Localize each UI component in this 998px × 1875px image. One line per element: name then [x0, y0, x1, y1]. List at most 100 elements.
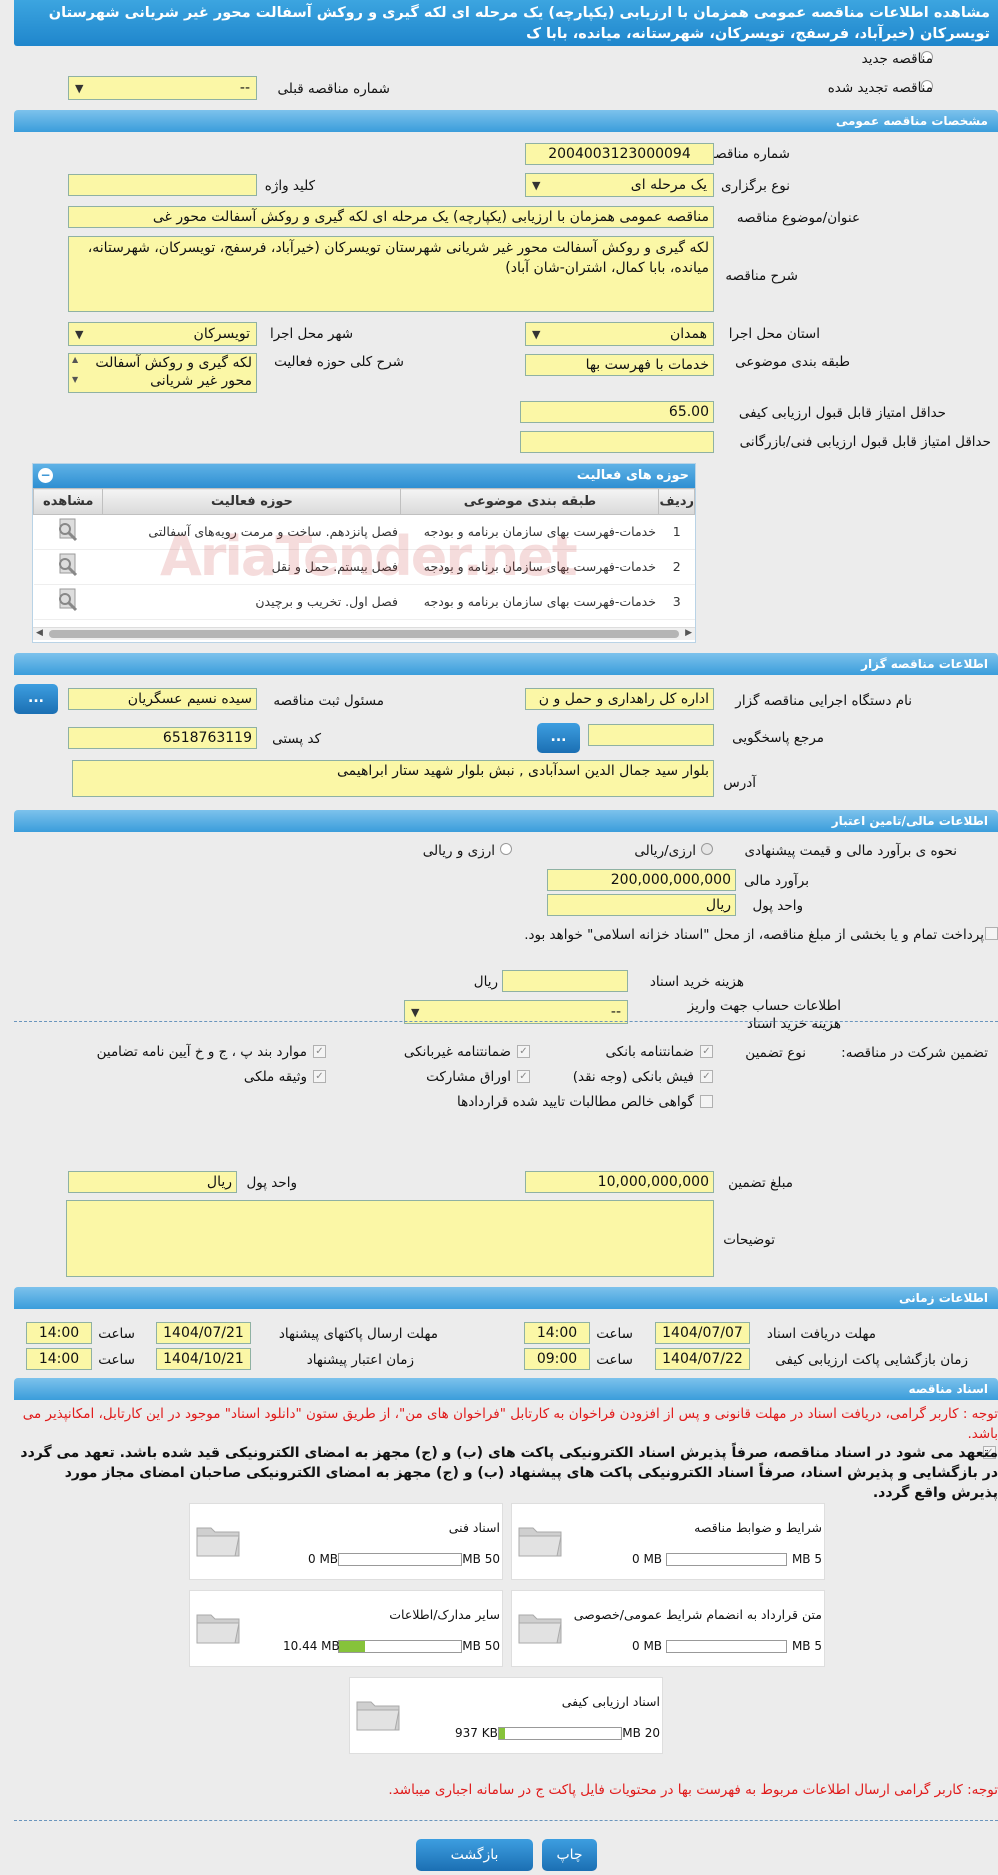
- method-radio-1[interactable]: [701, 843, 713, 855]
- guarantee-label: تضمین شرکت در مناقصه:: [841, 1045, 988, 1061]
- validity-time-label: ساعت: [98, 1352, 135, 1368]
- doc-box-other[interactable]: سایر مدارک/اطلاعات 50 MB 10.44 MB: [189, 1590, 503, 1667]
- city-select[interactable]: تویسرکان ▼: [68, 322, 257, 346]
- send-deadline-date[interactable]: 1404/07/21: [156, 1322, 251, 1344]
- open-label: زمان بازگشایی پاکت ارزیابی کیفی: [775, 1352, 968, 1368]
- divider: [14, 1820, 998, 1821]
- prev-number-select[interactable]: -- ▼: [68, 76, 257, 100]
- org-field[interactable]: اداره کل راهداری و حمل و ن: [525, 688, 714, 710]
- notes-field[interactable]: [66, 1200, 714, 1277]
- checkbox-nonbank-guarantee[interactable]: ✓: [517, 1045, 530, 1058]
- view-icon[interactable]: [33, 584, 103, 620]
- hold-type-label: نوع برگزاری: [721, 178, 790, 194]
- checkbox-bank-guarantee[interactable]: ✓: [700, 1045, 713, 1058]
- validity-date[interactable]: 1404/10/21: [156, 1348, 251, 1370]
- folder-icon: [196, 1527, 240, 1557]
- min-tech-field[interactable]: [520, 431, 714, 453]
- scroll-arrows-icon[interactable]: ▲ ▼: [72, 355, 78, 385]
- doc-used: 937 KB: [455, 1726, 498, 1740]
- back-button[interactable]: بازگشت: [416, 1839, 533, 1871]
- city-label: شهر محل اجرا: [269, 326, 353, 342]
- option-bonds: اوراق مشارکت: [426, 1069, 511, 1085]
- doc-fee-unit: ریال: [473, 974, 498, 990]
- ref-lookup-button[interactable]: ...: [537, 723, 580, 753]
- validity-time[interactable]: 14:00: [26, 1348, 92, 1370]
- subject-label: عنوان/موضوع مناقصه: [736, 210, 860, 226]
- open-date[interactable]: 1404/07/22: [655, 1348, 750, 1370]
- postal-field[interactable]: 6518763119: [68, 727, 257, 749]
- postal-label: کد پستی: [272, 731, 321, 747]
- province-select[interactable]: همدان ▼: [525, 322, 714, 346]
- checkbox-bonds[interactable]: ✓: [517, 1070, 530, 1083]
- doc-deadline-date[interactable]: 1404/07/07: [655, 1322, 750, 1344]
- checkbox-claims-certificate[interactable]: [700, 1095, 713, 1108]
- doc-box-technical[interactable]: اسناد فنی 50 MB 0 MB: [189, 1503, 503, 1580]
- ref-field[interactable]: [588, 724, 714, 746]
- print-button[interactable]: چاپ: [542, 1839, 597, 1871]
- row-field: فصل اول. تخریب و برچیدن: [102, 584, 401, 620]
- doc-name: اسناد فنی: [448, 1520, 500, 1535]
- subject-field[interactable]: مناقصه عمومی همزمان با ارزیابی (یکپارچه)…: [68, 206, 714, 228]
- view-icon[interactable]: [33, 549, 103, 585]
- activity-desc-field[interactable]: لکه گیری و روکش آسفالت محور غیر شریانی ▲ ▼: [68, 353, 257, 393]
- view-icon[interactable]: [33, 514, 103, 550]
- registrar-lookup-button[interactable]: ...: [14, 684, 58, 714]
- doc-box-terms[interactable]: شرایط و ضوابط مناقصه 5 MB 0 MB: [511, 1503, 825, 1580]
- description-field[interactable]: لکه گیری و روکش آسفالت محور غیر شریانی ش…: [68, 236, 714, 312]
- treasury-checkbox[interactable]: [985, 927, 998, 940]
- doc-max: 5 MB: [791, 1639, 822, 1653]
- min-tech-label: حداقل امتیاز قابل قبول ارزیابی فنی/بازرگ…: [739, 434, 991, 450]
- category-label: طبقه بندی موضوعی: [735, 354, 850, 370]
- doc-max: 5 MB: [791, 1552, 822, 1566]
- guarantee-amount-field[interactable]: 10,000,000,000: [525, 1171, 714, 1193]
- horizontal-scrollbar[interactable]: ◀ ▶: [33, 627, 695, 640]
- method-option-2: ارزی و ریالی: [422, 843, 495, 859]
- min-quality-label: حداقل امتیاز قابل قبول ارزیابی کیفی: [738, 405, 946, 421]
- guarantee-currency-field[interactable]: ریال: [68, 1171, 237, 1193]
- validity-label: زمان اعتبار پیشنهاد: [306, 1352, 414, 1368]
- folder-icon: [356, 1701, 400, 1731]
- activity-desc-label: شرح کلی حوزه فعالیت: [274, 354, 404, 370]
- collapse-icon[interactable]: −: [38, 468, 53, 483]
- doc-box-quality[interactable]: اسناد ارزیابی کیفی 20 MB 937 KB: [349, 1677, 663, 1754]
- docs-notice: توجه : کاربر گرامی، دریافت اسناد در مهلت…: [22, 1406, 998, 1442]
- scrollbar-thumb[interactable]: [49, 630, 679, 638]
- org-label: نام دستگاه اجرایی مناقصه گزار: [735, 693, 912, 709]
- hold-type-select[interactable]: یک مرحله ای ▼: [525, 173, 714, 197]
- doc-fee-field[interactable]: [502, 970, 628, 992]
- chevron-down-icon: ▼: [532, 328, 541, 341]
- doc-max: 50 MB: [462, 1639, 500, 1653]
- doc-deadline-time[interactable]: 14:00: [524, 1322, 590, 1344]
- footer-notice: توجه: کاربر گرامی ارسال اطلاعات مربوط به…: [388, 1782, 998, 1798]
- doc-box-contract[interactable]: متن قرارداد به انضمام شرایط عمومی/خصوصی …: [511, 1590, 825, 1667]
- checkbox-bank-receipt[interactable]: ✓: [700, 1070, 713, 1083]
- doc-progress-fill: [339, 1641, 365, 1652]
- option-property-deed: وثیقه ملکی: [243, 1069, 307, 1085]
- method-radio-2[interactable]: [500, 843, 512, 855]
- min-quality-field[interactable]: 65.00: [520, 401, 714, 423]
- col-category: طبقه بندی موضوعی: [400, 488, 660, 515]
- table-row: 3 خدمات-فهرست بهای سازمان برنامه و بودجه…: [33, 584, 695, 620]
- scroll-left-icon[interactable]: ◀: [36, 628, 43, 638]
- doc-progress-fill: [499, 1728, 506, 1739]
- keyword-field[interactable]: [68, 174, 257, 196]
- hold-type-value: یک مرحله ای: [630, 177, 707, 193]
- checkbox-regulation-items[interactable]: ✓: [313, 1045, 326, 1058]
- guarantee-type-label: نوع تضمین: [745, 1045, 806, 1061]
- currency-field[interactable]: ریال: [547, 894, 736, 916]
- tender-number-field[interactable]: 2004003123000094: [525, 143, 714, 165]
- checkbox-property-deed[interactable]: ✓: [313, 1070, 326, 1083]
- scroll-right-icon[interactable]: ▶: [685, 628, 692, 638]
- address-label: آدرس: [723, 775, 756, 791]
- category-field[interactable]: خدمات با فهرست بها: [525, 354, 714, 376]
- doc-max: 50 MB: [462, 1552, 500, 1566]
- folder-icon: [518, 1527, 562, 1557]
- divider: [14, 1021, 998, 1022]
- registrar-field[interactable]: سیده نسیم عسگریان: [68, 688, 257, 710]
- estimate-field[interactable]: 200,000,000,000: [547, 869, 736, 891]
- address-field[interactable]: بلوار سید جمال الدین اسدآبادی , نبش بلوا…: [72, 760, 714, 797]
- open-time[interactable]: 09:00: [524, 1348, 590, 1370]
- option-claims-certificate: گواهی خالص مطالبات تایید شده قراردادها: [457, 1094, 694, 1110]
- send-deadline-time[interactable]: 14:00: [26, 1322, 92, 1344]
- registrar-label: مسئول ثبت مناقصه: [273, 693, 384, 709]
